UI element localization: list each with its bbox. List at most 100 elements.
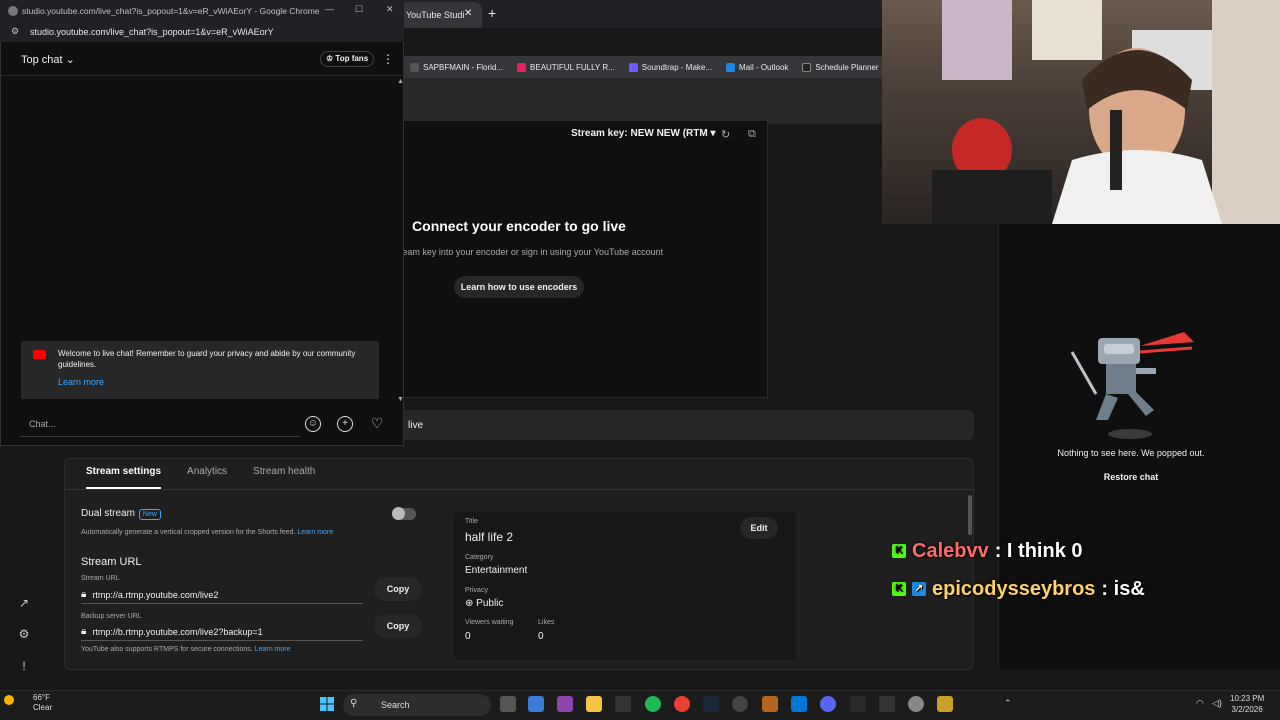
refresh-icon[interactable]: ↻	[721, 128, 730, 141]
go-live-bar: live	[400, 410, 974, 440]
epic-games-icon[interactable]	[879, 696, 895, 712]
category-label: Category	[465, 554, 494, 561]
title-label: Title	[465, 518, 478, 525]
tab-close-icon[interactable]: ✕	[464, 8, 472, 19]
lock-icon: 🔒︎	[81, 589, 87, 600]
emoji-icon[interactable]: ☺	[305, 416, 321, 432]
app-icon[interactable]	[791, 696, 807, 712]
privacy-value: ⊕ Public	[465, 598, 504, 609]
site-settings-icon[interactable]: ⚙	[11, 26, 19, 37]
bookmark-item[interactable]: Mail - Outlook	[726, 62, 788, 72]
copy-backup-url-button[interactable]: Copy	[374, 614, 422, 638]
category-value: Entertainment	[465, 565, 528, 576]
add-icon[interactable]: +	[337, 416, 353, 432]
globe-icon: ⊕	[465, 598, 474, 609]
wifi-icon[interactable]: ◠	[1196, 698, 1204, 709]
settings-tabs: Stream settings Analytics Stream health	[86, 466, 315, 489]
task-view-icon[interactable]	[500, 696, 516, 712]
settings-app-icon[interactable]	[908, 696, 924, 712]
studio-header	[400, 78, 882, 124]
chrome-taskbar-icon[interactable]	[674, 696, 690, 712]
chrome-icon	[8, 6, 18, 16]
top-fans-button[interactable]: ♔ Top fans	[320, 51, 375, 67]
app-icon[interactable]	[762, 696, 778, 712]
dual-stream-label: Dual stream New	[81, 508, 161, 520]
toggle-knob	[392, 507, 405, 520]
dual-stream-learn-more[interactable]: Learn more	[297, 529, 333, 536]
chat-empty-text: Nothing to see here. We popped out.	[1057, 448, 1205, 458]
rtmps-learn-more[interactable]: Learn more	[255, 646, 291, 653]
chat-input[interactable]: Chat...	[21, 411, 299, 437]
stream-key-select[interactable]: Stream key: NEW NEW (RTM ▾	[571, 128, 716, 139]
bookmark-icon	[517, 62, 527, 72]
crown-icon: ♔	[326, 54, 334, 63]
spotify-icon[interactable]	[645, 696, 661, 712]
viewers-value: 0	[465, 631, 471, 642]
chat-username: Calebvv	[912, 539, 989, 562]
weather-widget[interactable]: 66°F Clear	[14, 693, 52, 713]
copy-icon[interactable]: ⧉	[748, 128, 756, 141]
learn-encoders-button[interactable]: Learn how to use encoders	[454, 276, 584, 298]
windows-start-icon[interactable]	[320, 697, 334, 711]
welcome-text: Welcome to live chat! Remember to guard …	[58, 349, 356, 369]
discord-icon[interactable]	[820, 696, 836, 712]
volume-icon[interactable]: ◁)	[1212, 698, 1222, 709]
bookmark-item[interactable]: Soundtrap - Make...	[628, 62, 712, 72]
backup-url-field[interactable]: 🔒︎ rtmp://b.rtmp.youtube.com/live2?backup…	[81, 623, 363, 641]
kick-icon: K	[892, 544, 906, 558]
backup-url-label: Backup server URL	[81, 613, 142, 620]
bookmark-item[interactable]: BEAUTIFUL FULLY R...	[517, 62, 615, 72]
bookmark-icon	[802, 62, 812, 72]
tab-analytics[interactable]: Analytics	[187, 466, 227, 489]
folder-icon[interactable]	[586, 696, 602, 712]
edit-button[interactable]: Edit	[740, 517, 778, 539]
obs-icon[interactable]	[732, 696, 748, 712]
new-tab-icon[interactable]: +	[488, 5, 496, 21]
epic-games-icon[interactable]	[615, 696, 631, 712]
bookmark-item[interactable]: Schedule Planner	[802, 62, 879, 72]
gear-icon[interactable]: ⚙	[16, 627, 32, 643]
app-icon[interactable]	[937, 696, 953, 712]
terminal-icon[interactable]	[850, 696, 866, 712]
bookmark-item[interactable]: SAPBFMAIN - Florid...	[410, 62, 503, 72]
scroll-up-icon[interactable]: ▲	[397, 78, 404, 85]
popout-address-bar[interactable]: studio.youtube.com/live_chat?is_popout=1…	[0, 22, 404, 42]
feedback-icon[interactable]: !	[16, 659, 32, 675]
copilot-icon[interactable]	[557, 696, 573, 712]
webcam-feed	[882, 0, 1280, 224]
overlay-chat: K Calebvv : I think 0 K ↗ epicodysseybro…	[892, 532, 1145, 608]
stream-url-label: Stream URL	[81, 575, 120, 582]
chevron-down-icon: ▾	[710, 128, 716, 139]
chat-username: epicodysseybros	[932, 577, 1096, 600]
settings-scrollbar[interactable]	[968, 495, 972, 535]
rtmps-note: YouTube also supports RTMPS for secure c…	[81, 646, 291, 653]
external-link-icon[interactable]: ↗	[16, 596, 32, 612]
bookmark-icon	[628, 62, 638, 72]
restore-chat-button[interactable]: Restore chat	[1000, 472, 1262, 482]
tab-stream-health[interactable]: Stream health	[253, 466, 315, 489]
likes-label: Likes	[538, 619, 555, 626]
tabs-divider	[64, 489, 974, 490]
badge-icon: ↗	[912, 582, 926, 596]
store-icon[interactable]	[528, 696, 544, 712]
taskbar-search[interactable]: Search	[343, 694, 491, 716]
chevron-down-icon: ⌄	[65, 54, 75, 66]
bookmark-icon	[410, 62, 419, 72]
top-chat-dropdown[interactable]: Top chat ⌄	[21, 53, 75, 66]
tray-chevron-icon[interactable]: ⌃	[1004, 698, 1012, 709]
taskbar-clock[interactable]: 10:23 PM 3/2/2026	[1230, 693, 1264, 715]
maximize-icon[interactable]: ☐	[355, 4, 363, 15]
scroll-down-icon[interactable]: ▼	[397, 396, 404, 403]
search-icon: ⚲	[350, 698, 358, 709]
welcome-learn-more[interactable]: Learn more	[58, 377, 104, 387]
taskbar	[0, 690, 1280, 720]
close-icon[interactable]: ✕	[386, 4, 394, 15]
heart-icon[interactable]: ♡	[369, 416, 385, 432]
more-options-icon[interactable]: ⋮	[382, 52, 394, 66]
mail-icon	[726, 62, 736, 72]
stream-url-field[interactable]: 🔒︎ rtmp://a.rtmp.youtube.com/live2	[81, 586, 363, 604]
copy-stream-url-button[interactable]: Copy	[374, 577, 422, 601]
minimize-icon[interactable]: —	[325, 4, 334, 14]
tab-stream-settings[interactable]: Stream settings	[86, 466, 162, 489]
steam-icon[interactable]	[703, 696, 719, 712]
